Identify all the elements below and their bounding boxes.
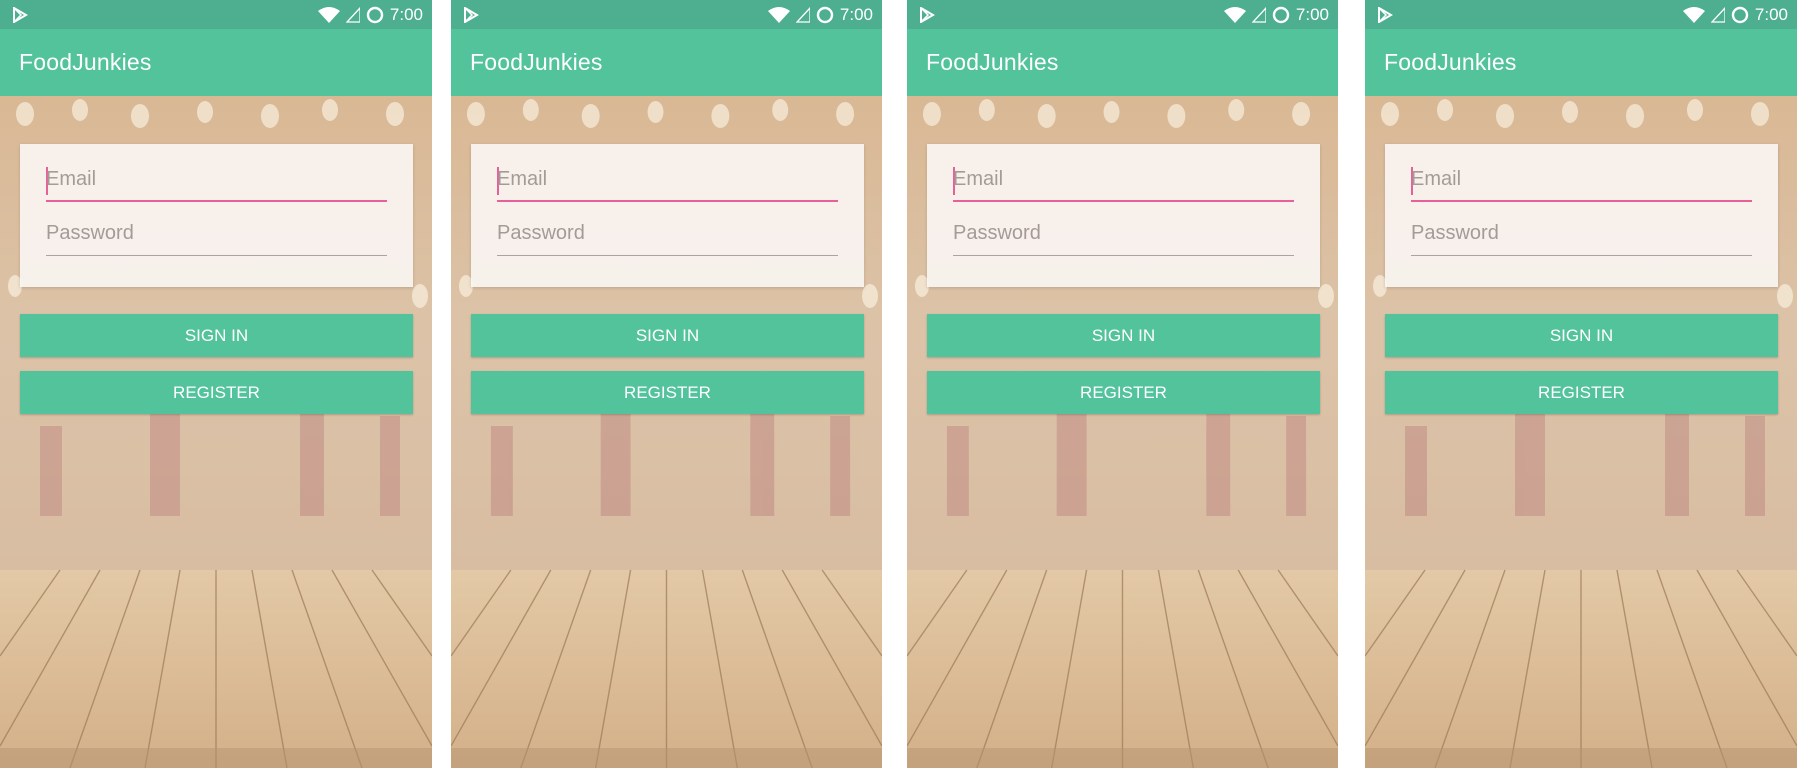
register-button[interactable]: REGISTER [471, 371, 864, 414]
sign-in-button[interactable]: SIGN IN [471, 314, 864, 357]
sync-circle-icon [1731, 6, 1749, 24]
password-field[interactable]: Password [497, 216, 838, 256]
password-underline [497, 255, 838, 256]
play-store-icon [1377, 7, 1393, 23]
email-field[interactable]: Email [497, 162, 838, 202]
app-bar: FoodJunkies [0, 29, 432, 96]
wifi-icon [1682, 7, 1705, 23]
email-underline [953, 200, 1294, 202]
status-bar: 7:00 [907, 0, 1338, 29]
register-button[interactable]: REGISTER [927, 371, 1320, 414]
status-bar: 7:00 [0, 0, 432, 29]
password-field[interactable]: Password [953, 216, 1294, 256]
status-time: 7:00 [839, 5, 873, 24]
app-title: FoodJunkies [470, 49, 603, 75]
sync-circle-icon [366, 6, 384, 24]
email-underline [46, 200, 387, 202]
login-card: Email Password [471, 144, 864, 287]
signal-icon [795, 7, 810, 23]
sync-circle-icon [1272, 6, 1290, 24]
sign-in-button[interactable]: SIGN IN [927, 314, 1320, 357]
email-underline [497, 200, 838, 202]
status-time: 7:00 [1295, 5, 1329, 24]
password-underline [953, 255, 1294, 256]
sign-in-button[interactable]: SIGN IN [20, 314, 413, 357]
email-placeholder: Email [953, 168, 1004, 190]
login-card: Email Password [927, 144, 1320, 287]
phone-screen-4: 7:00 FoodJunkies Email Password SIGN IN … [1365, 0, 1797, 768]
app-bar: FoodJunkies [907, 29, 1338, 96]
email-placeholder: Email [1411, 168, 1462, 190]
login-card: Email Password [20, 144, 413, 287]
signal-icon [1710, 7, 1725, 23]
password-underline [1411, 255, 1752, 256]
email-field[interactable]: Email [1411, 162, 1752, 202]
password-placeholder: Password [46, 222, 134, 244]
password-field[interactable]: Password [46, 216, 387, 256]
email-field[interactable]: Email [46, 162, 387, 202]
password-field[interactable]: Password [1411, 216, 1752, 256]
password-placeholder: Password [497, 222, 585, 244]
app-bar: FoodJunkies [1365, 29, 1797, 96]
password-placeholder: Password [953, 222, 1041, 244]
email-placeholder: Email [46, 168, 97, 190]
login-card: Email Password [1385, 144, 1778, 287]
register-button[interactable]: REGISTER [20, 371, 413, 414]
phone-screen-3: 7:00 FoodJunkies Email Password SIGN IN … [907, 0, 1338, 768]
status-time: 7:00 [1754, 5, 1788, 24]
status-bar: 7:00 [451, 0, 882, 29]
password-placeholder: Password [1411, 222, 1499, 244]
status-bar: 7:00 [1365, 0, 1797, 29]
wifi-icon [317, 7, 340, 23]
sign-in-button[interactable]: SIGN IN [1385, 314, 1778, 357]
email-underline [1411, 200, 1752, 202]
register-button[interactable]: REGISTER [1385, 371, 1778, 414]
email-placeholder: Email [497, 168, 548, 190]
play-store-icon [463, 7, 479, 23]
app-title: FoodJunkies [1384, 49, 1517, 75]
play-store-icon [12, 7, 28, 23]
app-title: FoodJunkies [926, 49, 1059, 75]
phone-screen-2: 7:00 FoodJunkies Email Password SIGN IN … [451, 0, 882, 768]
status-time: 7:00 [389, 5, 423, 24]
play-store-icon [919, 7, 935, 23]
wifi-icon [1223, 7, 1246, 23]
phone-screen-1: 7:00 FoodJunkies Email Password SIGN IN … [0, 0, 432, 768]
signal-icon [345, 7, 360, 23]
password-underline [46, 255, 387, 256]
email-field[interactable]: Email [953, 162, 1294, 202]
app-bar: FoodJunkies [451, 29, 882, 96]
wifi-icon [767, 7, 790, 23]
app-title: FoodJunkies [19, 49, 152, 75]
signal-icon [1251, 7, 1266, 23]
sync-circle-icon [816, 6, 834, 24]
